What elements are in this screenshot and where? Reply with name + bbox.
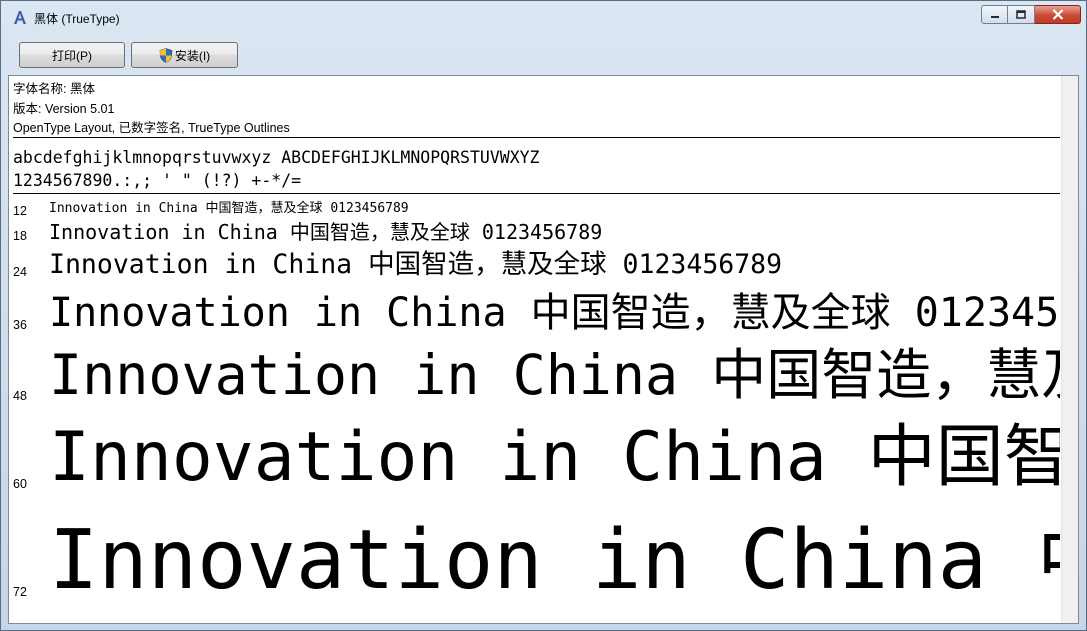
- font-info: 字体名称: 黑体 版本: Version 5.01 OpenType Layou…: [13, 80, 290, 139]
- sample-size: 72: [13, 585, 27, 599]
- maximize-icon: [1016, 10, 1026, 19]
- font-features: OpenType Layout, 已数字签名, TrueType Outline…: [13, 121, 290, 135]
- font-preview-pane[interactable]: 字体名称: 黑体 版本: Version 5.01 OpenType Layou…: [8, 75, 1079, 624]
- print-button[interactable]: 打印(P): [19, 42, 125, 68]
- install-button-label: 安装(I): [174, 48, 211, 63]
- sample-row: 36 Innovation in China 中国智造，慧及全球 0123456…: [13, 293, 1060, 333]
- close-button[interactable]: [1035, 5, 1081, 24]
- sample-row: 24 Innovation in China 中国智造，慧及全球 0123456…: [13, 251, 1060, 279]
- sample-text: Innovation in China 中国智造，慧及全球 0123456789: [49, 201, 409, 216]
- minimize-icon: [990, 15, 999, 18]
- sample-size: 12: [13, 204, 27, 218]
- sample-size: 48: [13, 389, 27, 403]
- sample-text: Innovation in China 中国智造，慧及全球 0123456789: [49, 513, 1060, 608]
- close-icon: [1052, 9, 1063, 20]
- separator: [13, 137, 1060, 138]
- font-viewer-window: 黑体 (TrueType) 打印(P) 安装(I) 字体名称: 黑体 版本: V…: [0, 0, 1087, 631]
- minimize-button[interactable]: [981, 5, 1008, 24]
- sample-text: Innovation in China 中国智造，慧及全球 0123456789: [49, 418, 1060, 497]
- print-button-label: 打印(P): [52, 48, 92, 63]
- sample-row: 48 Innovation in China 中国智造，慧及全球 0123456…: [13, 348, 1060, 404]
- sample-row: 72 Innovation in China 中国智造，慧及全球 0123456…: [13, 520, 1060, 602]
- title-bar[interactable]: 黑体 (TrueType): [1, 1, 1086, 33]
- uac-shield-icon: [159, 47, 173, 63]
- sample-text: Innovation in China 中国智造，慧及全球 0123456789: [49, 220, 603, 244]
- vertical-scrollbar[interactable]: [1061, 76, 1078, 623]
- window-controls: [981, 5, 1081, 25]
- font-a-icon: [14, 11, 26, 24]
- maximize-button[interactable]: [1008, 5, 1035, 24]
- sample-row: 60 Innovation in China 中国智造，慧及全球 0123456…: [13, 424, 1060, 492]
- install-button[interactable]: 安装(I): [131, 42, 238, 68]
- preview-canvas: 字体名称: 黑体 版本: Version 5.01 OpenType Layou…: [9, 76, 1060, 623]
- charset-letters: abcdefghijklmnopqrstuvwxyz ABCDEFGHIJKLM…: [13, 148, 540, 167]
- sample-text: Innovation in China 中国智造，慧及全球 0123456789: [49, 249, 783, 280]
- sample-row: 18 Innovation in China 中国智造，慧及全球 0123456…: [13, 222, 1060, 243]
- sample-size: 36: [13, 318, 27, 332]
- sample-text: Innovation in China 中国智造，慧及全球 0123456789: [49, 290, 1060, 336]
- charset-digits: 1234567890.:,; ' " (!?) +-*/=: [13, 171, 302, 190]
- sample-size: 24: [13, 265, 27, 279]
- sample-size: 60: [13, 477, 27, 491]
- separator: [13, 193, 1060, 194]
- sample-text: Innovation in China 中国智造，慧及全球 0123456789: [49, 343, 1060, 407]
- font-version: 版本: Version 5.01: [13, 101, 115, 116]
- font-name: 字体名称: 黑体: [13, 82, 95, 96]
- toolbar: 打印(P) 安装(I): [8, 33, 1079, 73]
- sample-size: 18: [13, 229, 27, 243]
- window-title: 黑体 (TrueType): [34, 12, 120, 26]
- sample-row: 12 Innovation in China 中国智造，慧及全球 0123456…: [13, 201, 1060, 218]
